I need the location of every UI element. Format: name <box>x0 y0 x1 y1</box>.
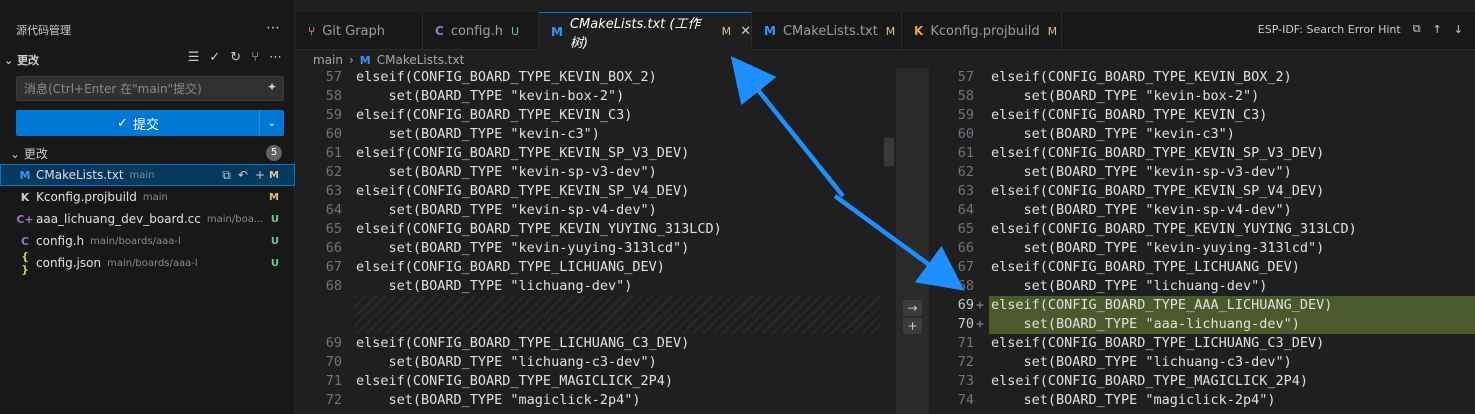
annotation-arrow-to-added-lines <box>833 194 965 291</box>
annotation-arrow-to-tab <box>730 55 845 198</box>
annotation-arrows <box>730 55 965 291</box>
